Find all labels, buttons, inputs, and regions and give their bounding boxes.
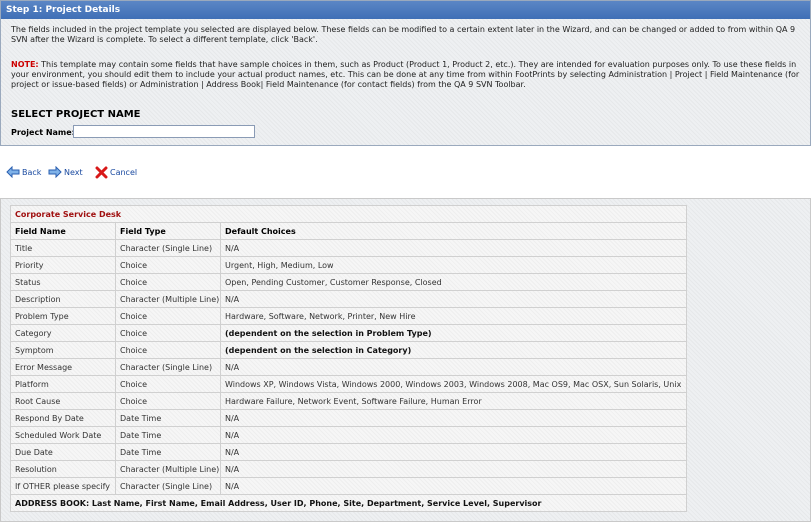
- field-type: Choice: [115, 375, 221, 393]
- field-type: Character (Single Line): [115, 239, 221, 257]
- field-type: Date Time: [115, 443, 221, 461]
- field-name: Category: [10, 324, 116, 342]
- field-choices: N/A: [220, 239, 687, 257]
- table-row: Category Choice (dependent on the selectio…: [10, 324, 687, 342]
- right-arrow-icon: [48, 166, 62, 178]
- cancel-button[interactable]: Cancel: [95, 164, 137, 180]
- field-type: Character (Multiple Line): [115, 290, 221, 308]
- address-book-row: ADDRESS BOOK: Last Name, First Name, Ema…: [10, 494, 687, 512]
- field-name: Scheduled Work Date: [10, 426, 116, 444]
- table-row: Description Character (Multiple Line) N/A: [10, 290, 687, 308]
- template-title: Corporate Service Desk: [10, 205, 687, 223]
- table-header-row: Field Name Field Type Default Choices: [10, 222, 687, 240]
- field-choices: N/A: [220, 460, 687, 478]
- field-name: Description: [10, 290, 116, 308]
- intro-text: The fields included in the project templ…: [11, 25, 796, 44]
- field-name: Title: [10, 239, 116, 257]
- table-row: Status Choice Open, Pending Customer, Cust…: [10, 273, 687, 291]
- field-choices: N/A: [220, 477, 687, 495]
- field-choices: Hardware Failure, Network Event, Softwar…: [220, 392, 687, 410]
- field-name: Respond By Date: [10, 409, 116, 427]
- field-name: Problem Type: [10, 307, 116, 325]
- project-details-panel: Step 1: Project Details The fields inclu…: [0, 0, 811, 146]
- field-type: Date Time: [115, 426, 221, 444]
- next-label: Next: [64, 167, 83, 177]
- red-x-icon: [95, 166, 108, 178]
- field-name: Status: [10, 273, 116, 291]
- table-row: Problem Type Choice Hardware, Software, Ne…: [10, 307, 687, 325]
- field-choices: N/A: [220, 409, 687, 427]
- field-choices: N/A: [220, 290, 687, 308]
- field-choices: (dependent on the selection in Problem T…: [220, 324, 687, 342]
- field-type: Date Time: [115, 409, 221, 427]
- template-fields-panel: Corporate Service Desk Field Name Field …: [0, 198, 811, 522]
- table-row: Symptom Choice (dependent on the selection…: [10, 341, 687, 359]
- field-name: Due Date: [10, 443, 116, 461]
- project-name-input[interactable]: [73, 125, 255, 138]
- field-type: Choice: [115, 273, 221, 291]
- back-label: Back: [22, 167, 42, 177]
- note-body: This template may contain some fields th…: [11, 60, 800, 89]
- field-name: If OTHER please specify: [10, 477, 116, 495]
- table-row: Priority Choice Urgent, High, Medium, Low: [10, 256, 687, 274]
- field-name: Symptom: [10, 341, 116, 359]
- project-name-label: Project Name:: [11, 128, 75, 137]
- field-name: Priority: [10, 256, 116, 274]
- address-book-fields: ADDRESS BOOK: Last Name, First Name, Ema…: [10, 494, 687, 512]
- field-type: Character (Single Line): [115, 358, 221, 376]
- back-button[interactable]: Back: [6, 164, 41, 180]
- field-choices: N/A: [220, 426, 687, 444]
- table-row: Platform Choice Windows XP, Windows Vista,…: [10, 375, 687, 393]
- field-choices: Urgent, High, Medium, Low: [220, 256, 687, 274]
- table-row: Title Character (Single Line) N/A: [10, 239, 687, 257]
- table-row: Error Message Character (Single Line) N/A: [10, 358, 687, 376]
- field-type: Choice: [115, 307, 221, 325]
- field-choices: N/A: [220, 358, 687, 376]
- field-choices: N/A: [220, 443, 687, 461]
- note-text: NOTE: This template may contain some fie…: [11, 60, 801, 90]
- field-type: Character (Multiple Line): [115, 460, 221, 478]
- wizard-navigation: Back Next Cancel: [0, 164, 300, 180]
- note-label: NOTE:: [11, 60, 39, 69]
- field-name: Error Message: [10, 358, 116, 376]
- field-type: Choice: [115, 256, 221, 274]
- table-row: If OTHER please specify Character (Single…: [10, 477, 687, 495]
- template-fields-table: Corporate Service Desk Field Name Field …: [10, 205, 687, 512]
- field-type: Choice: [115, 341, 221, 359]
- table-row: Respond By Date Date Time N/A: [10, 409, 687, 427]
- field-name: Resolution: [10, 460, 116, 478]
- field-choices: Open, Pending Customer, Customer Respons…: [220, 273, 687, 291]
- field-choices: Hardware, Software, Network, Printer, Ne…: [220, 307, 687, 325]
- table-row: Root Cause Choice Hardware Failure, Networ…: [10, 392, 687, 410]
- table-row: Scheduled Work Date Date Time N/A: [10, 426, 687, 444]
- panel-header: Step 1: Project Details: [1, 1, 810, 19]
- table-row: Due Date Date Time N/A: [10, 443, 687, 461]
- field-name: Platform: [10, 375, 116, 393]
- left-arrow-icon: [6, 166, 20, 178]
- field-type: Character (Single Line): [115, 477, 221, 495]
- header-field-type: Field Type: [115, 222, 221, 240]
- header-field-name: Field Name: [10, 222, 116, 240]
- field-type: Choice: [115, 324, 221, 342]
- field-choices: (dependent on the selection in Category): [220, 341, 687, 359]
- field-name: Root Cause: [10, 392, 116, 410]
- table-row: Resolution Character (Multiple Line) N/A: [10, 460, 687, 478]
- field-type: Choice: [115, 392, 221, 410]
- header-default-choices: Default Choices: [220, 222, 687, 240]
- next-button[interactable]: Next: [48, 164, 83, 180]
- field-choices: Windows XP, Windows Vista, Windows 2000,…: [220, 375, 687, 393]
- cancel-label: Cancel: [110, 167, 138, 177]
- select-project-name-heading: SELECT PROJECT NAME: [11, 109, 141, 120]
